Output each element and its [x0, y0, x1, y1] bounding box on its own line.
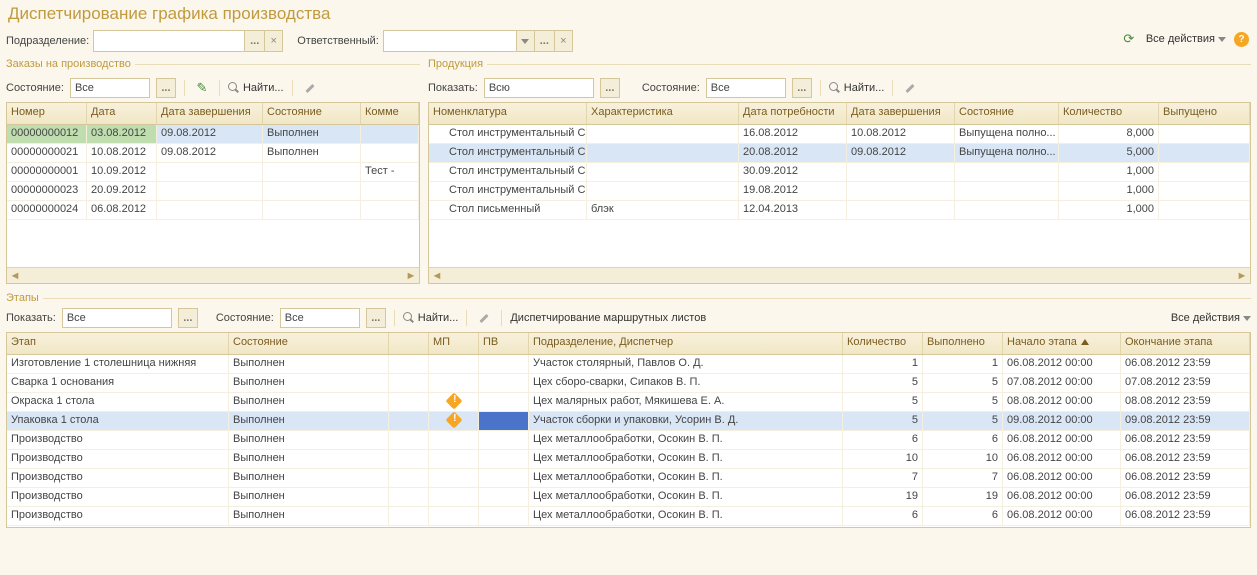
- subdivision-select-button[interactable]: ...: [244, 31, 264, 51]
- subdivision-label: Подразделение:: [6, 35, 89, 47]
- orders-col-comment[interactable]: Комме: [361, 103, 419, 124]
- table-row[interactable]: Стол инструментальный СИ...19.08.20121,0…: [429, 182, 1250, 201]
- products-col-char[interactable]: Характеристика: [587, 103, 739, 124]
- products-show-select[interactable]: ...: [600, 78, 620, 98]
- orders-col-date[interactable]: Дата: [87, 103, 157, 124]
- responsible-input[interactable]: ... ×: [383, 30, 573, 52]
- products-hscroll[interactable]: ◄►: [429, 267, 1250, 283]
- sort-icon: [1081, 339, 1089, 345]
- products-col-nom[interactable]: Номенклатура: [429, 103, 587, 124]
- stages-col-start[interactable]: Начало этапа: [1003, 333, 1121, 354]
- table-row[interactable]: 0000000001203.08.201209.08.2012Выполнен: [7, 125, 419, 144]
- table-row[interactable]: 0000000002320.09.2012: [7, 182, 419, 201]
- page-title: Диспетчирование графика производства: [8, 4, 1251, 24]
- magnifier-icon: [829, 82, 841, 94]
- table-row[interactable]: Стол инструментальный СИ...30.09.20121,0…: [429, 163, 1250, 182]
- stages-wrench-icon[interactable]: [475, 309, 493, 327]
- orders-col-state[interactable]: Состояние: [263, 103, 361, 124]
- orders-state-select[interactable]: ...: [156, 78, 176, 98]
- responsible-label: Ответственный:: [297, 35, 379, 47]
- stages-show-input[interactable]: Все: [62, 308, 172, 328]
- table-row[interactable]: Окраска 1 столаВыполненЦех малярных рабо…: [7, 393, 1250, 412]
- stages-col-dept[interactable]: Подразделение, Диспетчер: [529, 333, 843, 354]
- stages-col-stage[interactable]: Этап: [7, 333, 229, 354]
- stages-col-blank[interactable]: [389, 333, 429, 354]
- products-col-need[interactable]: Дата потребности: [739, 103, 847, 124]
- table-row[interactable]: Стол инструментальный СИ...16.08.201210.…: [429, 125, 1250, 144]
- stages-show-select[interactable]: ...: [178, 308, 198, 328]
- stages-state-input[interactable]: Все: [280, 308, 360, 328]
- table-row[interactable]: 0000000000110.09.2012Тест -: [7, 163, 419, 182]
- table-row[interactable]: 0000000002406.08.2012: [7, 201, 419, 220]
- all-actions-top[interactable]: Все действия: [1146, 33, 1226, 45]
- table-row[interactable]: ПроизводствоВыполненЦех металлообработки…: [7, 507, 1250, 526]
- orders-grid[interactable]: Номер Дата Дата завершения Состояние Ком…: [6, 102, 420, 284]
- table-row[interactable]: ПроизводствоВыполненЦех металлообработки…: [7, 450, 1250, 469]
- dispatch-route-button[interactable]: Диспетчирование маршрутных листов: [510, 312, 706, 324]
- stages-col-pv[interactable]: ПВ: [479, 333, 529, 354]
- orders-wrench-icon[interactable]: [301, 79, 319, 97]
- refresh-icon[interactable]: ⟳: [1120, 30, 1138, 48]
- table-row[interactable]: ПроизводствоВыполненЦех металлообработки…: [7, 488, 1250, 507]
- table-row[interactable]: Стол инструментальный СИ...20.08.201209.…: [429, 144, 1250, 163]
- stages-legend: Этапы: [6, 292, 39, 304]
- products-col-state[interactable]: Состояние: [955, 103, 1059, 124]
- subdivision-input[interactable]: ... ×: [93, 30, 283, 52]
- products-state-select[interactable]: ...: [792, 78, 812, 98]
- products-find-button[interactable]: Найти...: [829, 82, 885, 94]
- products-wrench-icon[interactable]: [901, 79, 919, 97]
- orders-state-label: Состояние:: [6, 82, 64, 94]
- table-row[interactable]: Упаковка 1 столаВыполненУчасток сборки и…: [7, 412, 1250, 431]
- warning-icon: [445, 393, 462, 409]
- stages-find-button[interactable]: Найти...: [403, 312, 459, 324]
- orders-legend: Заказы на производство: [6, 58, 131, 70]
- stages-grid[interactable]: Этап Состояние МП ПВ Подразделение, Дисп…: [6, 332, 1251, 528]
- products-legend: Продукция: [428, 58, 483, 70]
- table-row[interactable]: ПроизводствоВыполненЦех металлообработки…: [7, 431, 1250, 450]
- products-col-done[interactable]: Дата завершения: [847, 103, 955, 124]
- table-row[interactable]: 0000000002110.08.201209.08.2012Выполнен: [7, 144, 419, 163]
- orders-state-input[interactable]: Все: [70, 78, 150, 98]
- products-state-input[interactable]: Все: [706, 78, 786, 98]
- warning-icon: [445, 412, 462, 428]
- stages-col-mp[interactable]: МП: [429, 333, 479, 354]
- products-col-qty[interactable]: Количество: [1059, 103, 1159, 124]
- table-row[interactable]: Изготовление 1 столешница нижняяВыполнен…: [7, 355, 1250, 374]
- products-grid[interactable]: Номенклатура Характеристика Дата потребн…: [428, 102, 1251, 284]
- responsible-select-button[interactable]: ...: [534, 31, 554, 51]
- subdivision-clear-button[interactable]: ×: [264, 31, 282, 51]
- stages-col-state[interactable]: Состояние: [229, 333, 389, 354]
- pv-indicator: [479, 412, 528, 430]
- stages-state-select[interactable]: ...: [366, 308, 386, 328]
- products-col-out[interactable]: Выпущено: [1159, 103, 1250, 124]
- products-show-input[interactable]: Всю: [484, 78, 594, 98]
- stages-all-actions[interactable]: Все действия: [1171, 312, 1251, 324]
- stages-col-end[interactable]: Окончание этапа: [1121, 333, 1250, 354]
- orders-find-button[interactable]: Найти...: [228, 82, 284, 94]
- products-show-label: Показать:: [428, 82, 478, 94]
- table-row[interactable]: Сварка 1 основанияВыполненЦех сборо-свар…: [7, 374, 1250, 393]
- orders-col-num[interactable]: Номер: [7, 103, 87, 124]
- stages-state-label: Состояние:: [216, 312, 274, 324]
- products-state-label: Состояние:: [642, 82, 700, 94]
- help-icon[interactable]: ?: [1234, 32, 1249, 47]
- responsible-dropdown-button[interactable]: [516, 31, 534, 51]
- table-row[interactable]: Стол письменныйблэк12.04.20131,000: [429, 201, 1250, 220]
- table-row[interactable]: ПроизводствоВыполненЦех металлообработки…: [7, 469, 1250, 488]
- stages-col-done[interactable]: Выполнено: [923, 333, 1003, 354]
- orders-col-done[interactable]: Дата завершения: [157, 103, 263, 124]
- stages-col-qty[interactable]: Количество: [843, 333, 923, 354]
- magnifier-icon: [403, 312, 415, 324]
- orders-hscroll[interactable]: ◄►: [7, 267, 419, 283]
- stages-show-label: Показать:: [6, 312, 56, 324]
- edit-icon[interactable]: ✎: [193, 79, 211, 97]
- magnifier-icon: [228, 82, 240, 94]
- responsible-clear-button[interactable]: ×: [554, 31, 572, 51]
